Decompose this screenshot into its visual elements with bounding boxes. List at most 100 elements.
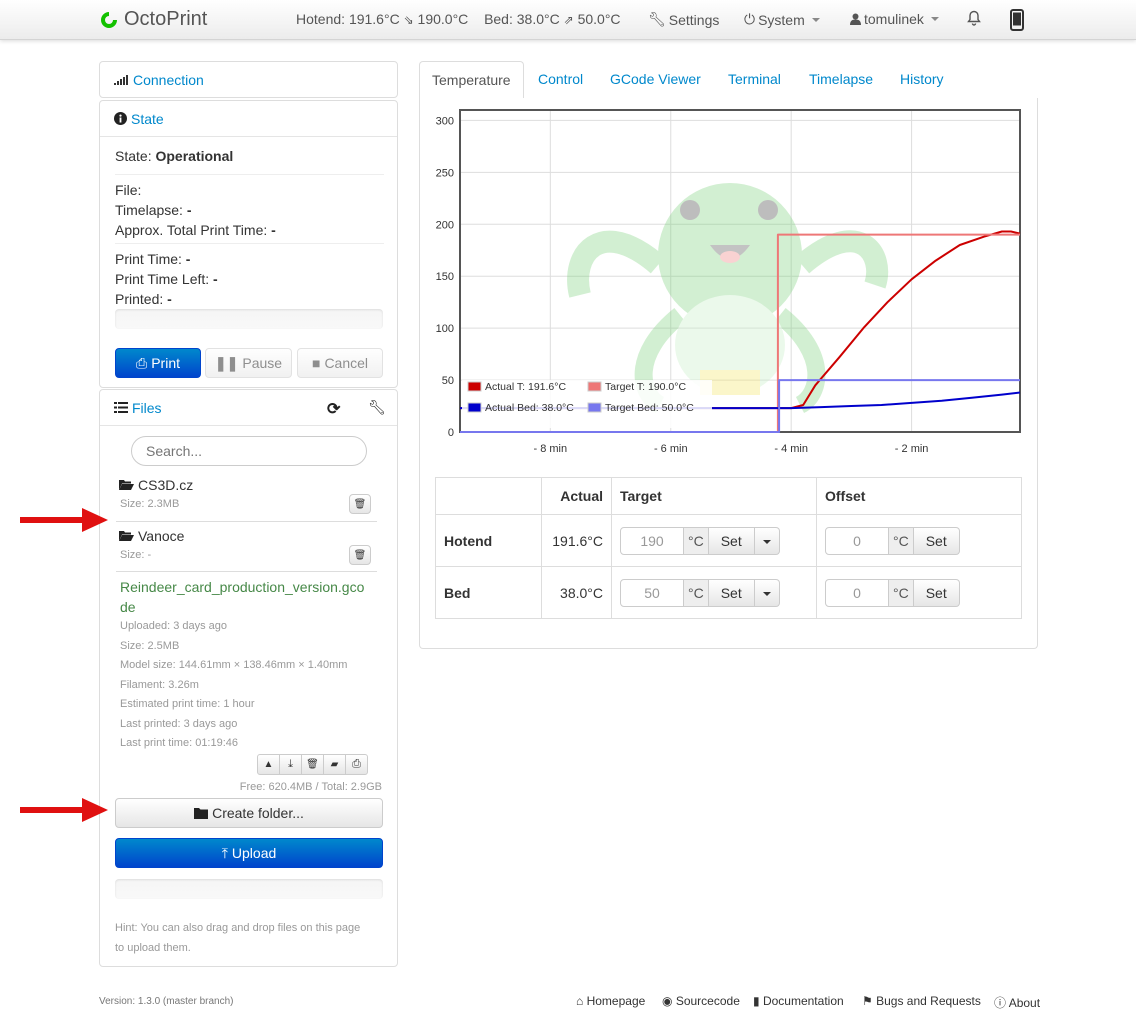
notifications-button[interactable]	[967, 10, 981, 26]
settings-label: Settings	[668, 11, 720, 28]
home-icon: ⌂	[576, 994, 584, 1008]
folder-item[interactable]: CS3D.cz	[119, 477, 193, 493]
delete-folder-button[interactable]: 🗑︎	[349, 494, 371, 514]
folder-size: Size: 2.3MB	[120, 498, 180, 510]
timelapse-value: -	[186, 202, 192, 218]
hotend-set-dropdown[interactable]	[754, 526, 780, 555]
table-header-blank	[435, 477, 542, 515]
file-name[interactable]: Reindeer_card_production_version.gco de	[120, 577, 364, 617]
bed-target-input[interactable]: 50	[620, 578, 684, 607]
x-tick-label: - 8 min	[534, 443, 568, 455]
legend-swatch	[467, 402, 482, 413]
move-file-button[interactable]: ▰	[323, 754, 346, 775]
settings-menu[interactable]: 🔧︎ Settings	[648, 11, 719, 28]
print-button[interactable]: ⎙ Print	[115, 348, 201, 378]
mobile-view-button[interactable]	[1010, 9, 1024, 31]
footer-about-link[interactable]: ⓘ About	[994, 994, 1040, 1011]
print-file-button[interactable]: ⎙	[345, 754, 368, 775]
footer-sourcecode-link[interactable]: ◉ Sourcecode	[662, 994, 740, 1008]
bed-actual-value: 38.0°C	[541, 566, 612, 619]
bed-target: 50.0°C	[577, 11, 621, 27]
tab-timelapse[interactable]: Timelapse	[797, 61, 885, 99]
col-target: Target	[611, 477, 817, 515]
unit-addon: °C	[889, 578, 914, 607]
chevron-up-icon: ▲	[263, 759, 274, 770]
annotation-arrow-icon	[20, 508, 108, 532]
pause-button[interactable]: ❚❚ Pause	[205, 348, 292, 378]
footer-documentation-link[interactable]: ▮ Documentation	[753, 994, 844, 1008]
user-label: tomulinek	[864, 11, 924, 27]
files-title: Files	[132, 399, 162, 416]
tab-history[interactable]: History	[888, 61, 956, 99]
search-input[interactable]	[131, 436, 367, 466]
footer-bugs-link[interactable]: ⚑ Bugs and Requests	[862, 994, 981, 1008]
user-menu[interactable]: tomulinek	[850, 11, 939, 27]
signal-icon	[114, 75, 128, 85]
state-label: State:	[115, 148, 152, 164]
hotend-offset-set-button[interactable]: Set	[913, 526, 960, 555]
refresh-icon[interactable]: ⟳	[327, 399, 340, 419]
hotend-target-input[interactable]: 190	[620, 526, 684, 555]
arrow-up-right-icon: ⇗	[563, 13, 574, 27]
file-last-print-time: Last print time: 01:19:46	[120, 737, 239, 749]
cancel-label: Cancel	[324, 355, 369, 371]
x-tick-label: - 6 min	[654, 443, 688, 455]
system-menu[interactable]: ⏻ System	[744, 11, 820, 28]
upload-button[interactable]: ⤒ Upload	[115, 838, 383, 868]
x-tick-label: - 2 min	[895, 443, 929, 455]
bed-set-dropdown[interactable]	[754, 578, 780, 607]
time-left-value: -	[213, 271, 218, 287]
sourcecode-label: Sourcecode	[675, 994, 740, 1008]
file-name-line-2: de	[120, 599, 136, 615]
progress-info: Print Time: - Print Time Left: - Printed…	[115, 249, 218, 309]
y-tick-label: 150	[436, 271, 454, 283]
power-icon: ⏻	[744, 11, 756, 27]
connection-header[interactable]: Connection	[100, 62, 397, 98]
legend-swatch	[467, 381, 482, 392]
tab-terminal[interactable]: Terminal	[716, 61, 793, 99]
cancel-button[interactable]: ■ Cancel	[297, 348, 383, 378]
folder-item[interactable]: Vanoce	[119, 528, 184, 544]
create-folder-button[interactable]: Create folder...	[115, 798, 383, 828]
files-header[interactable]: Files	[100, 390, 397, 426]
hotend-set-button[interactable]: Set	[708, 526, 755, 555]
wrench-icon[interactable]: 🔧︎	[368, 399, 386, 416]
file-model-size: Model size: 144.61mm × 138.46mm × 1.40mm	[120, 659, 348, 671]
hotend-target: 190.0°C	[417, 11, 469, 27]
bed-set-button[interactable]: Set	[708, 578, 755, 607]
bugs-label: Bugs and Requests	[876, 994, 981, 1008]
state-header[interactable]: State	[100, 101, 397, 137]
load-button[interactable]: ▲	[257, 754, 280, 775]
tab-temperature[interactable]: Temperature	[419, 61, 524, 99]
unit-addon: °C	[889, 526, 914, 555]
tab-control[interactable]: Control	[526, 61, 595, 99]
timelapse-label: Timelapse:	[115, 202, 183, 218]
download-button[interactable]: ⤓	[279, 754, 302, 775]
navbar-temperatures: Hotend: 191.6°C ⇘ 190.0°C Bed: 38.0°C ⇗ …	[296, 11, 621, 27]
list-icon	[114, 402, 128, 413]
file-est-time: Estimated print time: 1 hour	[120, 698, 255, 710]
printed-label: Printed:	[115, 291, 164, 307]
caret-down-icon	[811, 17, 820, 22]
delete-folder-button[interactable]: 🗑︎	[349, 545, 371, 565]
flag-icon: ⚑	[862, 994, 873, 1008]
legend-label: Actual T: 191.6°C	[485, 381, 566, 393]
brand[interactable]: OctoPrint	[98, 8, 207, 31]
system-label: System	[758, 11, 805, 28]
hotend-row-label: Hotend	[435, 514, 542, 567]
octoprint-logo-icon	[101, 11, 117, 28]
footer-homepage-link[interactable]: ⌂ Homepage	[576, 994, 645, 1008]
state-title: State	[131, 110, 164, 127]
hotend-label: Hotend:	[296, 11, 346, 27]
delete-file-button[interactable]: 🗑︎	[301, 754, 324, 775]
download-icon: ⤓	[288, 758, 293, 770]
tab-gcode-viewer[interactable]: GCode Viewer	[598, 61, 713, 99]
bed-offset-set-button[interactable]: Set	[913, 578, 960, 607]
file-actions: ▲ ⤓ 🗑︎ ▰ ⎙	[257, 754, 368, 775]
temperature-chart: 0 50 100 150 200 250 300 - 8 min - 6 min - 4 min…	[436, 109, 1021, 455]
state-value: Operational	[155, 148, 234, 164]
bed-offset-input[interactable]: 0	[825, 578, 889, 607]
hotend-offset-input[interactable]: 0	[825, 526, 889, 555]
print-progress-bar	[115, 309, 383, 329]
info-icon: ⓘ	[994, 996, 1007, 1010]
